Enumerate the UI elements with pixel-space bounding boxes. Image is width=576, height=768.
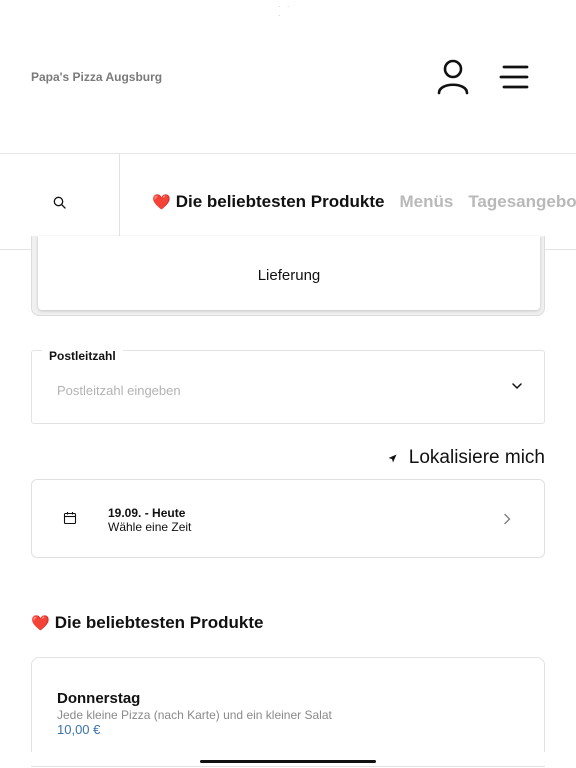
postal-code-placeholder: Postleitzahl eingeben [57, 383, 181, 398]
tab-menus[interactable]: Menüs [399, 192, 453, 212]
hamburger-menu-icon [499, 65, 529, 89]
heart-icon: ❤️ [152, 194, 171, 211]
product-card[interactable]: Donnerstag Jede kleine Pizza (nach Karte… [31, 657, 545, 752]
section-title: ❤️ Die beliebtesten Produkte [31, 613, 263, 633]
locate-me-label: Lokalisiere mich [408, 447, 545, 468]
delivery-option[interactable]: Lieferung [38, 236, 540, 310]
chevron-right-icon [504, 513, 511, 525]
chevron-down-icon [512, 383, 522, 389]
search-icon [53, 196, 66, 209]
time-picker-card[interactable]: 19.09. - Heute Wähle eine Zeit [31, 479, 545, 558]
location-arrow-icon [388, 454, 397, 462]
delivery-mode-card: Lieferung [31, 236, 545, 316]
calendar-icon [63, 512, 77, 525]
tab-popular-products[interactable]: ❤️ Die beliebtesten Produkte [152, 192, 384, 212]
postal-code-field[interactable]: Postleitzahl Postleitzahl eingeben [31, 349, 545, 424]
product-price: 10,00 € [57, 722, 101, 737]
locate-me-button[interactable]: Lokalisiere mich [388, 447, 545, 469]
product-name: Donnerstag [57, 690, 141, 707]
product-description: Jede kleine Pizza (nach Karte) und ein k… [57, 708, 332, 722]
section-title-label: Die beliebtesten Produkte [54, 613, 264, 632]
tab-label: Die beliebtesten Produkte [175, 192, 385, 211]
status-dots: · · · [278, 2, 292, 20]
restaurant-name: Papa's Pizza Augsburg [31, 70, 163, 84]
home-indicator[interactable] [200, 760, 376, 763]
choose-time-prompt: Wähle eine Zeit [108, 520, 192, 534]
postal-code-label: Postleitzahl [42, 349, 123, 363]
menu-button[interactable] [498, 64, 530, 90]
tab-daily-offers[interactable]: Tagesangebote [468, 192, 576, 212]
user-account-button[interactable] [436, 58, 470, 96]
divider [31, 766, 545, 767]
user-icon [437, 59, 469, 95]
selected-date: 19.09. - Heute [108, 506, 186, 520]
heart-icon: ❤️ [31, 615, 50, 632]
app-header: · · · Papa's Pizza Augsburg [0, 0, 576, 154]
